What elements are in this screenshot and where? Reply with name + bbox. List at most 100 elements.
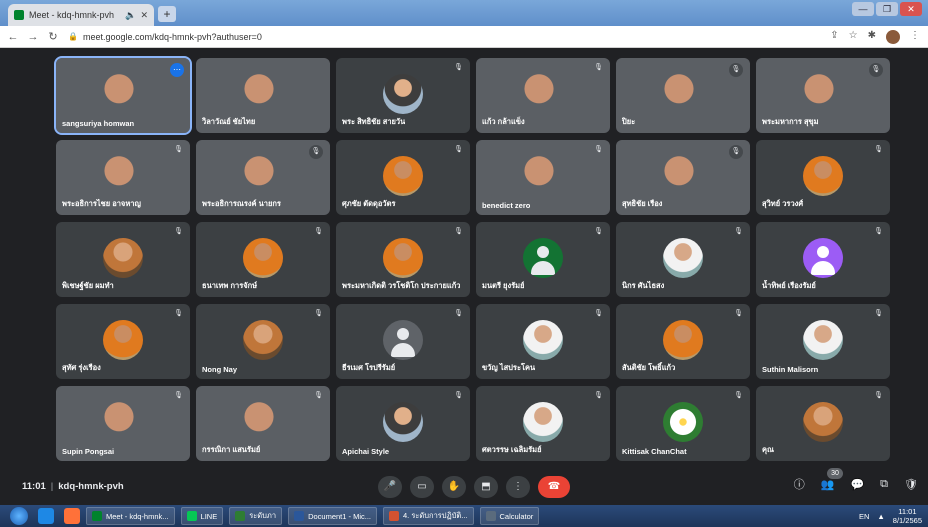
- reload-icon[interactable]: ↻: [46, 30, 60, 43]
- participant-name: ธนาเทพ การจักษ์: [202, 281, 258, 290]
- end-call-button[interactable]: ☎: [538, 476, 570, 498]
- clock-time: 11:01: [898, 507, 917, 516]
- mic-muted-icon: 🎙: [174, 310, 183, 317]
- mic-muted-icon: 🎙: [309, 145, 323, 159]
- language-indicator[interactable]: EN: [859, 512, 869, 521]
- mic-button[interactable]: 🎤: [378, 476, 402, 498]
- present-button[interactable]: ⬒: [474, 476, 498, 498]
- participant-tile[interactable]: 🎙 พระ สิทธิชัย สายวัน: [336, 58, 470, 133]
- participant-tile[interactable]: 🎙 คุณ: [756, 386, 890, 461]
- participant-tile[interactable]: 🎙 ธนาเทพ การจักษ์: [196, 222, 330, 297]
- participant-tile[interactable]: วิลาวัณย์ ชัยไทย: [196, 58, 330, 133]
- participant-tile[interactable]: 🎙 ปิยะ: [616, 58, 750, 133]
- participant-tile[interactable]: 🎙 พระมหาการ สุขุม: [756, 58, 890, 133]
- browser-menu-icon[interactable]: ⋮: [910, 30, 920, 44]
- mic-muted-icon: 🎙: [874, 310, 883, 317]
- browser-tab[interactable]: Meet - kdq-hmnk-pvh 🔈 ✕: [8, 4, 154, 26]
- ie-icon[interactable]: [38, 508, 54, 524]
- participant-tile[interactable]: 🎙 ธีรเมศ โรปรีรัมย์: [336, 304, 470, 379]
- participant-tile[interactable]: 🎙 นิกร ศันไธสง: [616, 222, 750, 297]
- participant-tile[interactable]: 🎙 Kittisak ChanChat: [616, 386, 750, 461]
- taskbar-app-button[interactable]: Document1 - Mic...: [288, 507, 377, 525]
- meeting-details-icon[interactable]: ⓘ: [794, 476, 805, 492]
- participant-tile[interactable]: 🎙 ศตวรรษ เฉลิมรัมย์: [476, 386, 610, 461]
- participant-tile[interactable]: 🎙 น้ำทิพย์ เรืองรัมย์: [756, 222, 890, 297]
- participant-tile[interactable]: 🎙 พิเชษฐ์ชัย ผมทำ: [56, 222, 190, 297]
- lock-icon[interactable]: 🔒: [68, 32, 78, 41]
- host-controls-icon[interactable]: 🛡: [904, 478, 918, 491]
- participant-tile[interactable]: 🎙 ศุภชัย ตัดดุอวัตร: [336, 140, 470, 215]
- mic-muted-icon: 🎙: [594, 146, 603, 153]
- participant-tile[interactable]: 🎙 Suthin Malisorn: [756, 304, 890, 379]
- taskbar-app-button[interactable]: Calculator: [479, 507, 540, 525]
- forward-icon[interactable]: →: [26, 31, 40, 43]
- participant-name: ปิยะ: [622, 117, 636, 126]
- participant-name: ศตวรรษ เฉลิมรัมย์: [482, 445, 542, 454]
- new-tab-button[interactable]: +: [158, 6, 176, 22]
- bookmark-star-icon[interactable]: ☆: [849, 30, 858, 44]
- meeting-code: kdq-hmnk-pvh: [58, 481, 124, 492]
- video-feed: [240, 72, 278, 114]
- participant-name: สันติชัย โพธิ์แก้ว: [622, 363, 676, 372]
- chat-icon[interactable]: 💬: [850, 478, 864, 491]
- participant-name: ขวัญ ไสประโคน: [482, 363, 536, 372]
- taskbar-app-button[interactable]: Meet - kdq-hmnk...: [86, 507, 175, 525]
- tile-more-options-icon[interactable]: ⋯: [170, 63, 184, 77]
- participant-tile[interactable]: 🎙 Apichai Style: [336, 386, 470, 461]
- avatar: [803, 320, 843, 360]
- mic-muted-icon: 🎙: [874, 146, 883, 153]
- participant-tile[interactable]: 🎙 สุทธิชัย เรือง: [616, 140, 750, 215]
- participant-tile[interactable]: 🎙 สันติชัย โพธิ์แก้ว: [616, 304, 750, 379]
- participant-tile[interactable]: 🎙 กรรณิกา แสนรัมย์: [196, 386, 330, 461]
- participant-tile[interactable]: ⋯ sangsuriya homwan: [54, 56, 192, 135]
- participant-tile[interactable]: 🎙 Nong Nay: [196, 304, 330, 379]
- participant-tile[interactable]: 🎙 พระอธิการณรงค์ นายกร: [196, 140, 330, 215]
- extensions-icon[interactable]: ✱: [868, 30, 876, 44]
- taskbar-app-label: LINE: [200, 511, 218, 521]
- tab-close-icon[interactable]: ✕: [140, 10, 148, 21]
- avatar: [103, 320, 143, 360]
- app-icon: [389, 511, 399, 521]
- video-feed: [100, 154, 138, 196]
- maximize-button[interactable]: ❐: [876, 2, 898, 16]
- minimize-button[interactable]: —: [852, 2, 874, 16]
- start-button[interactable]: [10, 507, 28, 525]
- camera-button[interactable]: ▭: [410, 476, 434, 498]
- participant-tile[interactable]: 🎙 สุทัศ รุ่งเรือง: [56, 304, 190, 379]
- participant-name: Nong Nay: [202, 365, 238, 374]
- tray-flag-icon[interactable]: ▲: [877, 512, 884, 521]
- window-controls: — ❐ ✕: [852, 2, 922, 16]
- taskbar-app-button[interactable]: LINE: [180, 507, 224, 525]
- firefox-icon[interactable]: [64, 508, 80, 524]
- more-options-button[interactable]: ⋮: [506, 476, 530, 498]
- participant-tile[interactable]: 🎙 พระมหาเกิดติ วรโชติโก ประกายแก้ว: [336, 222, 470, 297]
- video-feed: [660, 72, 698, 114]
- share-icon[interactable]: ⇪: [830, 30, 838, 44]
- avatar: [803, 402, 843, 442]
- participant-name: benedict zero: [482, 201, 531, 210]
- people-icon[interactable]: 👥: [821, 478, 835, 491]
- participant-tile[interactable]: 🎙 มนตรี ยุงรัมย์: [476, 222, 610, 297]
- activities-icon[interactable]: ⧉: [880, 478, 888, 491]
- mic-muted-icon: 🎙: [734, 392, 743, 399]
- video-feed: [100, 72, 138, 114]
- meet-favicon-icon: [14, 10, 24, 20]
- participant-name: Supin Pongsai: [62, 447, 115, 456]
- participant-tile[interactable]: 🎙 benedict zero: [476, 140, 610, 215]
- profile-avatar[interactable]: [886, 29, 900, 44]
- taskbar-app-button[interactable]: ระดับภา: [229, 507, 283, 525]
- participant-tile[interactable]: 🎙 พระอธิการไชย อาจหาญ: [56, 140, 190, 215]
- tab-audio-icon[interactable]: 🔈: [125, 10, 136, 21]
- back-icon[interactable]: ←: [6, 31, 20, 43]
- mic-muted-icon: 🎙: [314, 228, 323, 235]
- participant-tile[interactable]: 🎙 Supin Pongsai: [56, 386, 190, 461]
- url-field[interactable]: 🔒 meet.google.com/kdq-hmnk-pvh?authuser=…: [68, 32, 830, 42]
- taskbar-app-button[interactable]: 4. ระดับการปฏิบัติ...: [383, 507, 474, 525]
- participant-tile[interactable]: 🎙 แก้ว กล้าแข็ง: [476, 58, 610, 133]
- raise-hand-button[interactable]: ✋: [442, 476, 466, 498]
- video-feed: [800, 72, 838, 114]
- clock[interactable]: 11:01 8/1/2565: [893, 507, 922, 525]
- participant-tile[interactable]: 🎙 ขวัญ ไสประโคน: [476, 304, 610, 379]
- window-close-button[interactable]: ✕: [900, 2, 922, 16]
- participant-tile[interactable]: 🎙 สุวิทย์ วรวงศ์: [756, 140, 890, 215]
